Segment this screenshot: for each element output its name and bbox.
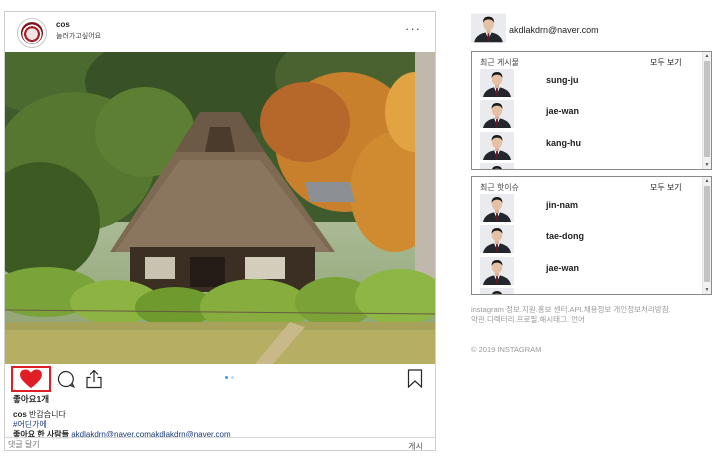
list-item-name[interactable]: jae-wan bbox=[546, 263, 579, 273]
scroll-up-icon[interactable]: ▲ bbox=[704, 178, 710, 184]
avatar[interactable] bbox=[480, 132, 514, 160]
avatar[interactable] bbox=[480, 225, 514, 253]
avatar[interactable] bbox=[480, 100, 514, 128]
my-avatar[interactable] bbox=[471, 13, 506, 43]
my-username[interactable]: akdlakdrn@naver.com bbox=[509, 25, 599, 35]
list-item[interactable]: tae-dong bbox=[480, 225, 680, 253]
bookmark-icon bbox=[407, 369, 423, 389]
list-item[interactable]: jae-wan bbox=[480, 257, 680, 285]
share-icon bbox=[86, 369, 102, 389]
avatar[interactable] bbox=[480, 69, 514, 97]
scroll-up-icon[interactable]: ▲ bbox=[704, 53, 710, 59]
hot-issues-panel: 최근 핫이슈 모두 보기 jin-nam tae-dong jae-wan ▲ … bbox=[471, 176, 712, 295]
heart-icon bbox=[20, 369, 42, 389]
post-card: cos 놀러가고싶어요 ··· 좋아요1개 cos 반갑습니다 #어딘가에 좋아… bbox=[4, 11, 436, 451]
post-actions-bar bbox=[5, 364, 435, 392]
list-item-name[interactable]: jin-nam bbox=[546, 200, 578, 210]
save-button[interactable] bbox=[407, 369, 423, 389]
scroll-thumb[interactable] bbox=[704, 186, 710, 282]
hot-issues-title: 최근 핫이슈 bbox=[480, 183, 520, 192]
post-location[interactable]: 놀러가고싶어요 bbox=[56, 31, 101, 41]
list-item-name[interactable]: jae-wan bbox=[546, 106, 579, 116]
footer-links[interactable]: instagram 정보.지원.홍보 센터.API.채용정보 개인정보처리방침.… bbox=[471, 305, 671, 325]
post-header: cos 놀러가고싶어요 ··· bbox=[5, 12, 435, 52]
scroll-down-icon[interactable]: ▼ bbox=[704, 162, 710, 168]
caption-text: 반갑습니다 bbox=[26, 410, 66, 419]
recent-posts-see-all-button[interactable]: 모두 보기 bbox=[650, 57, 682, 68]
recent-posts-scrollbar[interactable]: ▲ ▼ bbox=[702, 52, 711, 169]
caption-username[interactable]: cos bbox=[13, 410, 27, 419]
avatar[interactable] bbox=[480, 257, 514, 285]
list-item[interactable]: jae-wan bbox=[480, 100, 680, 128]
post-author-avatar[interactable] bbox=[17, 18, 47, 48]
carousel-dot bbox=[225, 376, 228, 379]
carousel-dot bbox=[231, 376, 234, 379]
list-item-name[interactable]: tae-dong bbox=[546, 231, 584, 241]
post-author-username[interactable]: cos bbox=[56, 20, 70, 29]
likes-count[interactable]: 좋아요1개 bbox=[13, 393, 49, 405]
copyright: © 2019 INSTAGRAM bbox=[471, 345, 542, 354]
share-button[interactable] bbox=[85, 369, 103, 389]
avatar bbox=[480, 163, 514, 170]
list-item[interactable]: kang-hu bbox=[480, 132, 680, 160]
like-button[interactable] bbox=[11, 366, 51, 392]
more-dots-icon[interactable]: ··· bbox=[405, 22, 421, 36]
list-item-name[interactable]: sung-ju bbox=[546, 75, 579, 85]
list-item[interactable]: jin-nam bbox=[480, 194, 680, 222]
recent-posts-title: 최근 게시물 bbox=[480, 58, 520, 67]
recent-posts-panel: 최근 게시물 모두 보기 sung-ju jae-wan kang-hu ▲ ▼ bbox=[471, 51, 712, 170]
list-item bbox=[480, 163, 680, 170]
hot-issues-see-all-button[interactable]: 모두 보기 bbox=[650, 182, 682, 193]
comment-icon bbox=[57, 370, 75, 388]
post-photo[interactable] bbox=[5, 52, 435, 364]
comment-bar: 게시 bbox=[5, 437, 435, 452]
scroll-down-icon[interactable]: ▼ bbox=[704, 287, 710, 293]
list-item[interactable]: sung-ju bbox=[480, 69, 680, 97]
carousel-indicator bbox=[225, 376, 234, 379]
avatar bbox=[480, 288, 514, 295]
post-photo-image bbox=[5, 52, 435, 364]
hot-issues-scrollbar[interactable]: ▲ ▼ bbox=[702, 177, 711, 294]
list-item bbox=[480, 288, 680, 295]
list-item-name[interactable]: kang-hu bbox=[546, 138, 581, 148]
avatar[interactable] bbox=[480, 194, 514, 222]
scroll-thumb[interactable] bbox=[704, 61, 710, 157]
post-comment-button[interactable]: 게시 bbox=[408, 441, 423, 452]
comment-input[interactable] bbox=[8, 440, 308, 449]
comment-button[interactable] bbox=[57, 370, 75, 388]
